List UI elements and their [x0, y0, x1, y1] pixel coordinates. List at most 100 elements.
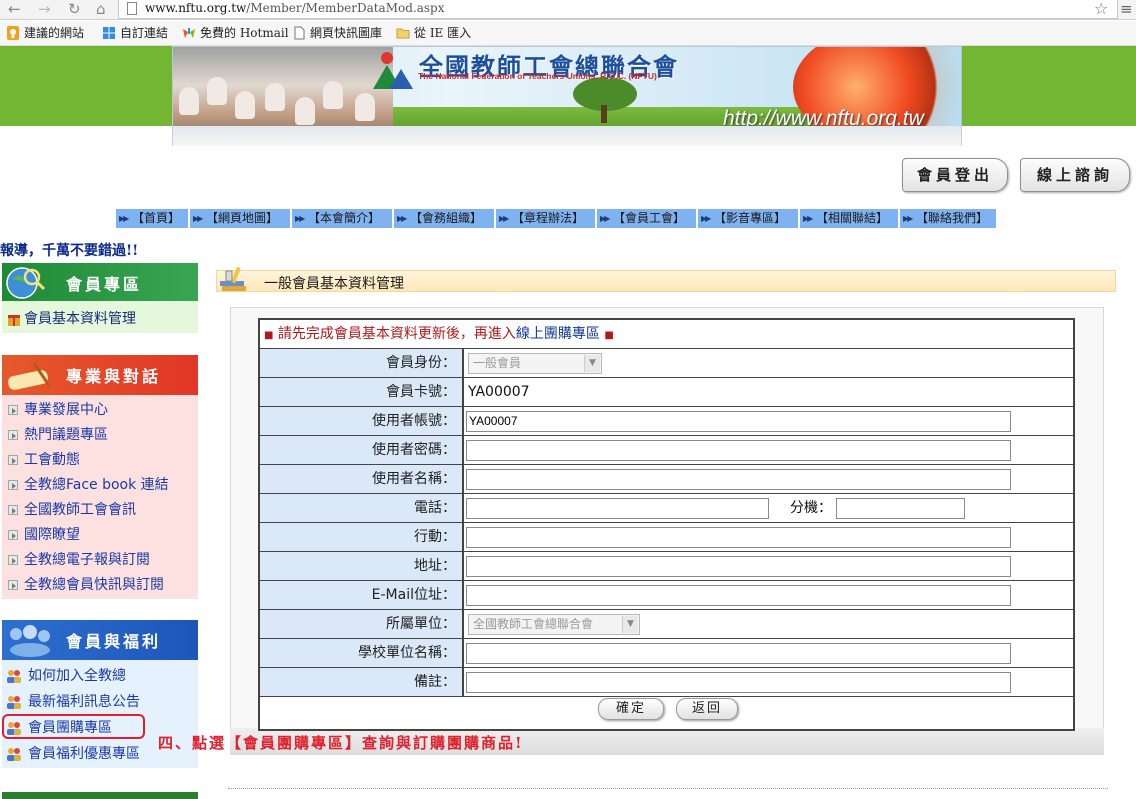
- bottom-divider: [228, 788, 1108, 789]
- identity-select[interactable]: 一般會員 ▼: [468, 353, 602, 374]
- bookmark-hotmail[interactable]: 免費的 Hotmail: [182, 24, 289, 42]
- sidebar-footer-strip: [2, 792, 198, 799]
- phone-input[interactable]: [466, 498, 769, 519]
- nav-label: 【聯絡我們】: [916, 211, 989, 225]
- ext-input[interactable]: [836, 498, 965, 519]
- sidebar-item-welfare-news[interactable]: 最新福利訊息公告: [6, 692, 140, 712]
- field-label: 電話：: [260, 494, 464, 522]
- nav-contact[interactable]: ▶▶ 【聯絡我們】: [900, 209, 997, 228]
- sidebar-item-label: 全教總會員快訊與訂閱: [24, 577, 164, 593]
- sidebar-item-label: 最新福利訊息公告: [28, 694, 140, 710]
- sidebar-item-epaper[interactable]: 全教總電子報與訂閱: [6, 550, 150, 570]
- sidebar-header-member-zone: 會員專區: [2, 263, 198, 301]
- nav-label: 【會務組織】: [410, 211, 483, 225]
- banner-subtitle: The National Federation of Teachers Unio…: [418, 71, 657, 81]
- nftu-logo-icon: [373, 52, 413, 89]
- red-square-icon: ■: [604, 330, 614, 341]
- back-button[interactable]: 返回: [676, 698, 738, 720]
- sidebar-item-label: 國際瞭望: [24, 527, 80, 543]
- arrow-bullet-icon: [8, 530, 18, 540]
- form-row-phone: 電話： 分機：: [260, 493, 1073, 522]
- home-icon[interactable]: ⌂: [96, 0, 106, 18]
- bookmark-ie-import[interactable]: 從 IE 匯入: [396, 24, 471, 42]
- nav-about[interactable]: ▶▶ 【本會簡介】: [292, 209, 393, 228]
- menu-icon[interactable]: ≡: [1120, 0, 1133, 18]
- lightbulb-icon: [7, 26, 19, 40]
- nav-media[interactable]: ▶▶ 【影音專區】: [698, 209, 799, 228]
- password-input[interactable]: [466, 440, 1011, 461]
- bookmark-webslice[interactable]: 網頁快訊圖庫: [292, 24, 382, 42]
- sidebar-item-label: 工會動態: [24, 452, 80, 468]
- email-input[interactable]: [466, 585, 1011, 606]
- users-icon: [7, 696, 21, 709]
- bookmark-label: 網頁快訊圖庫: [310, 26, 383, 40]
- mobile-input[interactable]: [466, 527, 1011, 548]
- nav-sitemap[interactable]: ▶▶ 【網頁地圖】: [190, 209, 291, 228]
- sidebar-item-facebook[interactable]: 全教總Face book 連結: [6, 475, 169, 495]
- sidebar-item-label: 如何加入全教總: [28, 668, 126, 684]
- field-label: 會員卡號：: [260, 378, 464, 406]
- form-notice: ■ 請先完成會員基本資料更新後，再進入線上團購專區 ■: [264, 320, 614, 348]
- online-consult-button[interactable]: 線上諮詢: [1020, 158, 1130, 192]
- forward-arrow-icon[interactable]: →: [38, 0, 51, 18]
- bookmark-label: 自訂連結: [120, 26, 169, 40]
- field-label: 學校單位名稱：: [260, 639, 464, 667]
- sidebar-item-pro-dev[interactable]: 專業發展中心: [6, 400, 108, 420]
- msn-butterfly-icon: [183, 28, 195, 38]
- bookmark-custom[interactable]: 自訂連結: [102, 24, 168, 42]
- sidebar-item-newsletter[interactable]: 全國教師工會會訊: [6, 500, 136, 520]
- remark-input[interactable]: [466, 672, 1011, 693]
- nav-label: 【會員工會】: [613, 211, 686, 225]
- windows-icon: [103, 27, 115, 39]
- bookmark-star-icon[interactable]: ☆: [1094, 0, 1108, 18]
- sidebar-item-union-news[interactable]: 工會動態: [6, 450, 80, 470]
- section-title: 一般會員基本資料管理: [264, 276, 404, 292]
- nav-home[interactable]: ▶▶ 【首頁】: [116, 209, 189, 228]
- news-marquee[interactable]: 報導，千萬不要錯過!!: [0, 240, 138, 260]
- field-label: 備註：: [260, 668, 464, 696]
- nav-member-unions[interactable]: ▶▶ 【會員工會】: [597, 209, 697, 228]
- sidebar-item-international[interactable]: 國際瞭望: [6, 525, 80, 545]
- school-input[interactable]: [466, 643, 1011, 664]
- member-logout-button[interactable]: 會員登出: [902, 158, 1008, 192]
- address-bar[interactable]: www.nftu.org.tw/Member/MemberDataMod.asp…: [118, 0, 1118, 19]
- group-buy-link[interactable]: 線上團購專區: [516, 326, 600, 342]
- url-path: /Member/MemberDataMod.aspx: [246, 1, 445, 15]
- arrow-bullet-icon: [8, 430, 18, 440]
- sidebar-item-member-data[interactable]: 會員基本資料管理: [6, 309, 136, 329]
- folder-icon: [396, 28, 410, 39]
- account-input[interactable]: YA00007: [466, 411, 1011, 432]
- browser-toolbar: ← → ↻ ⌂ www.nftu.org.tw/Member/MemberDat…: [0, 0, 1136, 20]
- red-square-icon: ■: [264, 330, 274, 341]
- sidebar-title: 專業與對話: [66, 367, 162, 386]
- form-row-email: E-Mail位址：: [260, 580, 1073, 609]
- field-label: 使用者帳號：: [260, 407, 464, 435]
- users-icon: [7, 748, 21, 761]
- sidebar-item-join[interactable]: 如何加入全教總: [6, 666, 126, 686]
- username-input[interactable]: [466, 469, 1011, 490]
- sidebar-item-member-flash[interactable]: 全教總會員快訊與訂閱: [6, 575, 164, 595]
- field-label: 使用者密碼：: [260, 436, 464, 464]
- bookmark-suggested[interactable]: 建議的網站: [6, 24, 84, 42]
- sidebar-item-hot-topics[interactable]: 熱門議題專區: [6, 425, 108, 445]
- people-blob-icon: [10, 625, 50, 657]
- sidebar-item-discounts[interactable]: 會員福利優惠專區: [6, 744, 140, 764]
- nav-organization[interactable]: ▶▶ 【會務組織】: [394, 209, 495, 228]
- sidebar-item-label: 會員基本資料管理: [24, 311, 136, 327]
- field-label: 地址：: [260, 552, 464, 580]
- back-arrow-icon[interactable]: ←: [8, 0, 21, 18]
- sidebar-item-label: 會員福利優惠專區: [28, 746, 140, 762]
- reload-icon[interactable]: ↻: [68, 0, 81, 18]
- nav-regulations[interactable]: ▶▶ 【章程辦法】: [496, 209, 596, 228]
- sidebar-item-label: 全教總Face book 連結: [24, 477, 169, 493]
- unit-select[interactable]: 全國教師工會總聯合會 ▼: [468, 614, 640, 635]
- arrow-bullet-icon: [8, 580, 18, 590]
- form-row-identity: 會員身份： 一般會員 ▼: [260, 348, 1073, 377]
- form-row-password: 使用者密碼：: [260, 435, 1073, 464]
- nav-links[interactable]: ▶▶ 【相關聯結】: [800, 209, 899, 228]
- scroll-icon: [8, 362, 52, 390]
- sidebar-professional: 專業發展中心 熱門議題專區 工會動態 全教總Face book 連結 全國教師工…: [2, 395, 198, 599]
- confirm-button[interactable]: 確定: [598, 698, 664, 720]
- address-input[interactable]: [466, 556, 1011, 577]
- field-value-cell: 一般會員 ▼: [466, 349, 1066, 377]
